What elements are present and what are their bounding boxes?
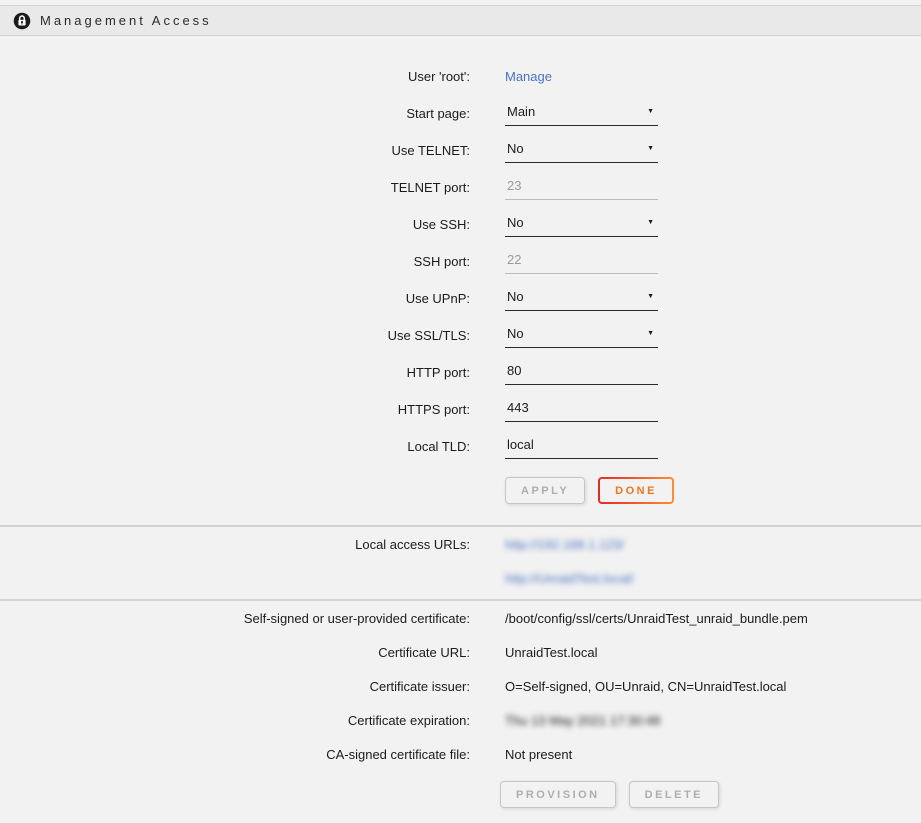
cert-row-expiration: Certificate expiration: Thu 13 May 2021 … xyxy=(0,703,921,737)
select-value: Main xyxy=(507,104,535,119)
form-row-https-port: HTTPS port: xyxy=(0,391,921,428)
form-row-use-telnet: Use TELNET: No ▼ xyxy=(0,132,921,169)
lock-circle-icon xyxy=(13,12,31,30)
local-access-url-link[interactable]: http://192.168.1.123/ xyxy=(505,537,624,552)
certificate-buttons: PROVISION DELETE xyxy=(500,781,921,808)
https-port-input[interactable] xyxy=(505,397,658,422)
cert-row-ca-file: CA-signed certificate file: Not present xyxy=(0,737,921,771)
use-telnet-label: Use TELNET: xyxy=(0,143,470,158)
chevron-down-icon: ▼ xyxy=(647,145,656,152)
http-port-input[interactable] xyxy=(505,360,658,385)
select-value: No xyxy=(507,141,524,156)
local-access-url-link[interactable]: http://UnraidTest.local/ xyxy=(505,571,634,586)
https-port-label: HTTPS port: xyxy=(0,402,470,417)
form-row-use-ssl: Use SSL/TLS: No ▼ xyxy=(0,317,921,354)
start-page-select[interactable]: Main ▼ xyxy=(505,101,658,126)
cert-row-issuer: Certificate issuer: O=Self-signed, OU=Un… xyxy=(0,669,921,703)
page-title: Management Access xyxy=(40,13,212,28)
telnet-port-label: TELNET port: xyxy=(0,180,470,195)
select-value: No xyxy=(507,289,524,304)
chevron-down-icon: ▼ xyxy=(647,330,656,337)
use-ssl-label: Use SSL/TLS: xyxy=(0,328,470,343)
use-telnet-select[interactable]: No ▼ xyxy=(505,138,658,163)
done-button[interactable]: DONE xyxy=(598,477,674,504)
certificate-url-label: Certificate URL: xyxy=(0,645,470,660)
form-row-use-ssh: Use SSH: No ▼ xyxy=(0,206,921,243)
form-buttons: APPLY DONE xyxy=(505,477,921,504)
chevron-down-icon: ▼ xyxy=(647,219,656,226)
management-settings-form: User 'root': Manage Start page: Main ▼ U… xyxy=(0,36,921,525)
form-row-local-tld: Local TLD: xyxy=(0,428,921,465)
use-upnp-label: Use UPnP: xyxy=(0,291,470,306)
select-value: No xyxy=(507,326,524,341)
start-page-label: Start page: xyxy=(0,106,470,121)
use-ssl-select[interactable]: No ▼ xyxy=(505,323,658,348)
provision-button[interactable]: PROVISION xyxy=(500,781,616,808)
cert-row-bundle: Self-signed or user-provided certificate… xyxy=(0,601,921,635)
chevron-down-icon: ▼ xyxy=(647,108,656,115)
certificate-url-value: UnraidTest.local xyxy=(505,645,598,660)
form-row-http-port: HTTP port: xyxy=(0,354,921,391)
ca-signed-cert-value: Not present xyxy=(505,747,572,762)
certificate-issuer-value: O=Self-signed, OU=Unraid, CN=UnraidTest.… xyxy=(505,679,786,694)
self-signed-cert-label: Self-signed or user-provided certificate… xyxy=(0,611,470,626)
local-tld-input[interactable] xyxy=(505,434,658,459)
http-port-label: HTTP port: xyxy=(0,365,470,380)
apply-button[interactable]: APPLY xyxy=(505,477,585,504)
form-row-start-page: Start page: Main ▼ xyxy=(0,95,921,132)
user-root-label: User 'root': xyxy=(0,69,470,84)
telnet-port-input xyxy=(505,175,658,200)
manage-root-link[interactable]: Manage xyxy=(505,69,552,84)
local-tld-label: Local TLD: xyxy=(0,439,470,454)
delete-button[interactable]: DELETE xyxy=(629,781,719,808)
cert-row-url: Certificate URL: UnraidTest.local xyxy=(0,635,921,669)
use-upnp-select[interactable]: No ▼ xyxy=(505,286,658,311)
ca-signed-cert-label: CA-signed certificate file: xyxy=(0,747,470,762)
chevron-down-icon: ▼ xyxy=(647,293,656,300)
use-ssh-select[interactable]: No ▼ xyxy=(505,212,658,237)
ssh-port-label: SSH port: xyxy=(0,254,470,269)
ssh-port-input xyxy=(505,249,658,274)
use-ssh-label: Use SSH: xyxy=(0,217,470,232)
certificate-section: Self-signed or user-provided certificate… xyxy=(0,601,921,808)
certificate-expiration-label: Certificate expiration: xyxy=(0,713,470,728)
form-row-user-root: User 'root': Manage xyxy=(0,57,921,95)
certificate-issuer-label: Certificate issuer: xyxy=(0,679,470,694)
certificate-expiration-value: Thu 13 May 2021 17:30:48 xyxy=(505,713,660,728)
select-value: No xyxy=(507,215,524,230)
form-row-ssh-port: SSH port: xyxy=(0,243,921,280)
local-access-urls-label: Local access URLs: xyxy=(0,535,470,555)
form-row-use-upnp: Use UPnP: No ▼ xyxy=(0,280,921,317)
form-row-telnet-port: TELNET port: xyxy=(0,169,921,206)
section-header: Management Access xyxy=(0,5,921,36)
local-access-section: Local access URLs: http://192.168.1.123/… xyxy=(0,527,921,599)
cert-bundle-path: /boot/config/ssl/certs/UnraidTest_unraid… xyxy=(505,611,808,626)
